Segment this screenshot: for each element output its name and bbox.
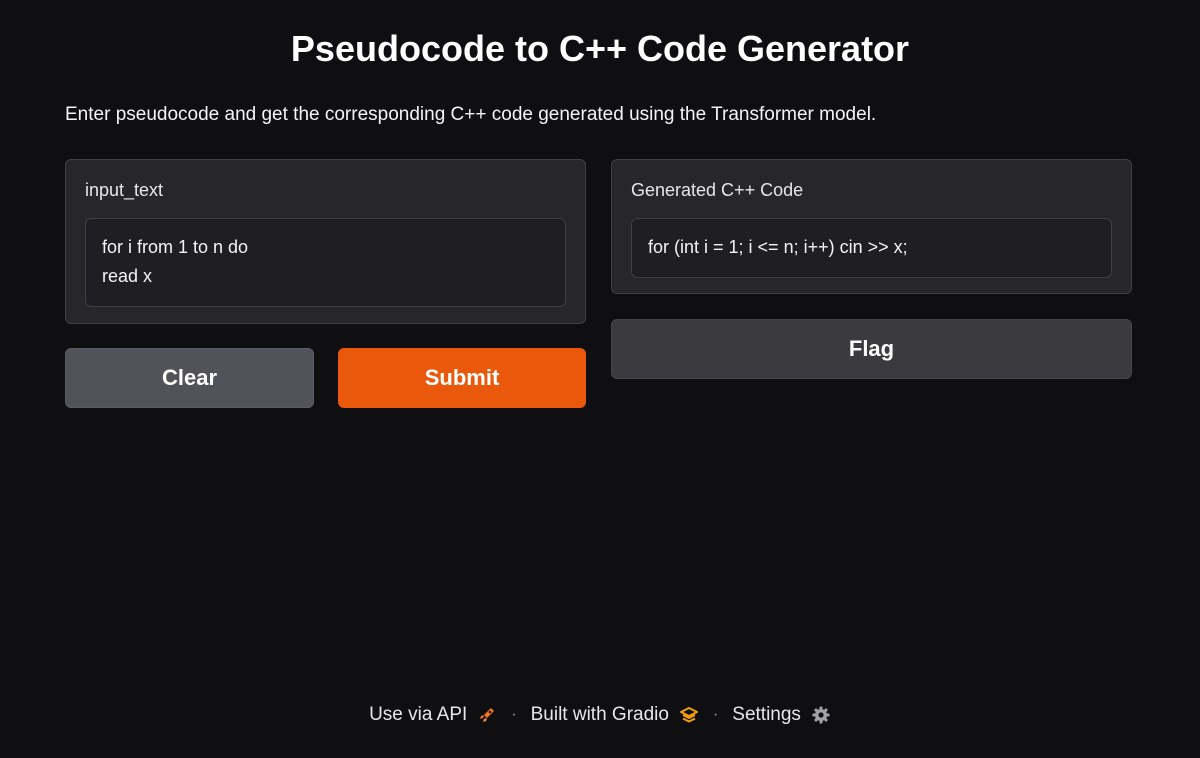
input-panel: input_text bbox=[65, 159, 586, 324]
built-with-gradio-label: Built with Gradio bbox=[530, 704, 669, 725]
output-panel: Generated C++ Code for (int i = 1; i <= … bbox=[611, 159, 1132, 294]
footer: Use via API · Built with Gradio · Settin… bbox=[0, 704, 1200, 726]
built-with-gradio-link[interactable]: Built with Gradio bbox=[531, 704, 699, 726]
settings-link[interactable]: Settings bbox=[732, 704, 831, 726]
output-textbox[interactable]: for (int i = 1; i <= n; i++) cin >> x; bbox=[631, 218, 1112, 278]
footer-separator: · bbox=[712, 706, 719, 723]
gear-icon bbox=[811, 705, 831, 725]
footer-separator: · bbox=[511, 706, 517, 723]
use-via-api-link[interactable]: Use via API bbox=[369, 704, 497, 726]
output-label: Generated C++ Code bbox=[631, 180, 804, 200]
submit-button[interactable]: Submit bbox=[338, 348, 586, 408]
app-root: Pseudocode to C++ Code Generator Enter p… bbox=[0, 0, 1200, 758]
input-textarea[interactable] bbox=[85, 218, 566, 307]
settings-label: Settings bbox=[732, 704, 801, 725]
flag-button[interactable]: Flag bbox=[611, 319, 1132, 379]
gradio-logo-icon bbox=[679, 705, 699, 725]
clear-button[interactable]: Clear bbox=[65, 348, 314, 408]
input-label: input_text bbox=[85, 180, 164, 200]
rocket-icon bbox=[477, 705, 497, 725]
page-description: Enter pseudocode and get the correspondi… bbox=[65, 104, 877, 125]
use-via-api-label: Use via API bbox=[369, 704, 468, 725]
page-title: Pseudocode to C++ Code Generator bbox=[290, 28, 910, 69]
